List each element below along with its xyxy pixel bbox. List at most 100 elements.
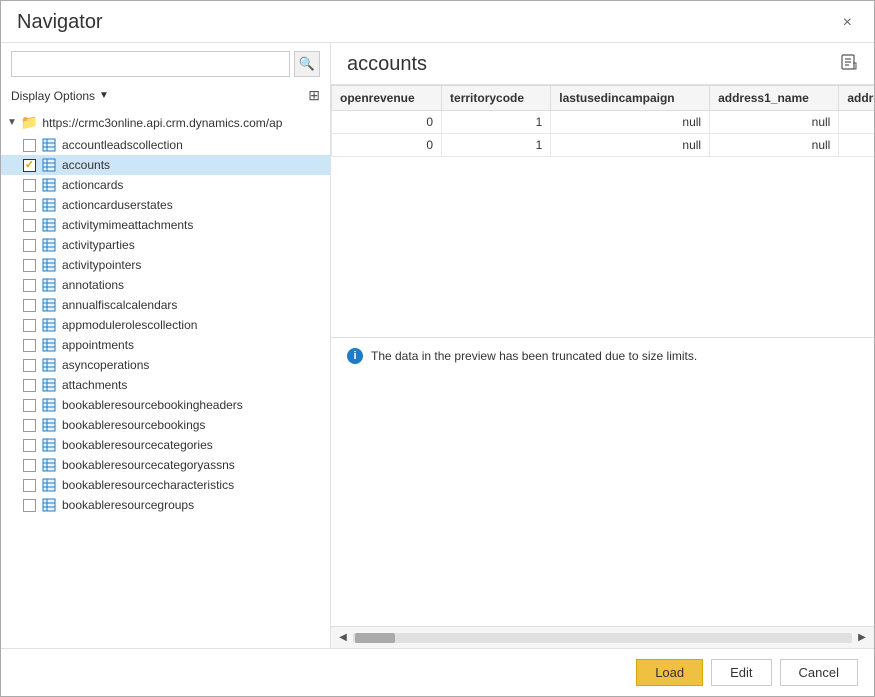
list-item[interactable]: activityparties (1, 235, 330, 255)
item-checkbox[interactable] (23, 439, 36, 452)
list-item[interactable]: attachments (1, 375, 330, 395)
cancel-button[interactable]: Cancel (780, 659, 858, 686)
list-item[interactable]: appointments (1, 335, 330, 355)
item-label: bookableresourcecategories (62, 438, 213, 452)
search-button[interactable]: 🔍 (294, 51, 320, 77)
table-icon (42, 338, 56, 352)
footer: Load Edit Cancel (1, 648, 874, 696)
item-checkbox[interactable] (23, 139, 36, 152)
item-checkbox[interactable] (23, 379, 36, 392)
preview-header: accounts (331, 43, 874, 84)
item-label: bookableresourcecategoryassns (62, 458, 235, 472)
table-icon (42, 438, 56, 452)
search-bar: 🔍 (1, 43, 330, 85)
item-checkbox[interactable] (23, 339, 36, 352)
table-icon (42, 158, 56, 172)
item-label: attachments (62, 378, 127, 392)
item-label: activitymimeattachments (62, 218, 193, 232)
item-checkbox[interactable] (23, 359, 36, 372)
export-icon (840, 58, 858, 75)
table-icon (42, 238, 56, 252)
list-item[interactable]: asyncoperations (1, 355, 330, 375)
export-button[interactable] (840, 53, 858, 76)
table-icon (42, 138, 56, 152)
cell-address1-1 (839, 111, 874, 134)
dialog-title: Navigator (17, 11, 103, 34)
edit-button[interactable]: Edit (711, 659, 771, 686)
preview-empty-space (331, 374, 874, 626)
item-label: appmodulerolescollection (62, 318, 197, 332)
search-icon: 🔍 (299, 56, 315, 72)
item-checkbox[interactable] (23, 299, 36, 312)
table-icon (42, 498, 56, 512)
item-label: accounts (62, 158, 110, 172)
cell-address1-2 (839, 134, 874, 157)
load-button[interactable]: Load (636, 659, 703, 686)
list-item[interactable]: appmodulerolescollection (1, 315, 330, 335)
list-item[interactable]: actioncarduserstates (1, 195, 330, 215)
table-row: 0 1 null null (332, 111, 875, 134)
item-checkbox[interactable] (23, 499, 36, 512)
list-item[interactable]: bookableresourcecategoryassns (1, 455, 330, 475)
list-item[interactable]: annualfiscalcalendars (1, 295, 330, 315)
cell-lastused-1: null (551, 111, 710, 134)
left-panel: 🔍 Display Options ▼ ⊞ ▼ 📁 https:/ (1, 43, 331, 648)
cell-territorycode-1: 1 (442, 111, 551, 134)
table-icon (42, 178, 56, 192)
item-checkbox[interactable] (23, 219, 36, 232)
list-item[interactable]: ✓ accounts (1, 155, 330, 175)
list-item[interactable]: accountleadscollection (1, 135, 330, 155)
display-options-button[interactable]: Display Options ▼ (11, 89, 109, 103)
item-label: bookableresourcebookings (62, 418, 205, 432)
h-scroll-thumb[interactable] (355, 633, 395, 643)
item-checkbox[interactable] (23, 459, 36, 472)
table-icon (42, 258, 56, 272)
col-header-address1-name: address1_name (710, 86, 839, 111)
root-arrow: ▼ (7, 117, 17, 128)
item-checkbox[interactable] (23, 239, 36, 252)
table-icon (42, 398, 56, 412)
item-checkbox[interactable] (23, 479, 36, 492)
table-icon (42, 418, 56, 432)
h-scroll-right-button[interactable]: ▶ (852, 628, 872, 648)
tree-area[interactable]: ▼ 📁 https://crmc3online.api.crm.dynamics… (1, 110, 330, 648)
h-scrollbar[interactable]: ◀ ▶ (331, 626, 874, 648)
table-icon (42, 298, 56, 312)
list-item[interactable]: bookableresourcebookingheaders (1, 395, 330, 415)
item-checkbox[interactable] (23, 179, 36, 192)
close-button[interactable]: × (837, 12, 858, 34)
list-item[interactable]: actioncards (1, 175, 330, 195)
col-header-lastusedincampaign: lastusedincampaign (551, 86, 710, 111)
list-item[interactable]: activitypointers (1, 255, 330, 275)
root-node[interactable]: ▼ 📁 https://crmc3online.api.crm.dynamics… (1, 110, 330, 135)
list-item[interactable]: bookableresourcegroups (1, 495, 330, 515)
root-folder-icon: 📁 (21, 114, 38, 131)
list-item[interactable]: bookableresourcebookings (1, 415, 330, 435)
item-checkbox[interactable] (23, 279, 36, 292)
item-label: annotations (62, 278, 124, 292)
item-checkbox[interactable] (23, 319, 36, 332)
item-label: bookableresourcebookingheaders (62, 398, 243, 412)
item-checkbox[interactable] (23, 199, 36, 212)
h-scroll-track[interactable] (353, 633, 852, 643)
refresh-icon: ⊞ (308, 87, 320, 103)
col-header-address1: address1_ (839, 86, 874, 111)
h-scroll-left-button[interactable]: ◀ (333, 628, 353, 648)
cell-lastused-2: null (551, 134, 710, 157)
item-checkbox[interactable] (23, 259, 36, 272)
item-checkbox[interactable] (23, 399, 36, 412)
display-options-arrow: ▼ (99, 90, 109, 101)
refresh-button[interactable]: ⊞ (308, 87, 320, 104)
info-bar: i The data in the preview has been trunc… (331, 338, 874, 374)
table-icon (42, 478, 56, 492)
list-item[interactable]: activitymimeattachments (1, 215, 330, 235)
item-checkbox[interactable]: ✓ (23, 159, 36, 172)
list-item[interactable]: bookableresourcecharacteristics (1, 475, 330, 495)
list-item[interactable]: bookableresourcecategories (1, 435, 330, 455)
table-icon (42, 218, 56, 232)
item-label: activitypointers (62, 258, 141, 272)
list-item[interactable]: annotations (1, 275, 330, 295)
main-content: 🔍 Display Options ▼ ⊞ ▼ 📁 https:/ (1, 43, 874, 648)
search-input[interactable] (11, 51, 290, 77)
item-checkbox[interactable] (23, 419, 36, 432)
